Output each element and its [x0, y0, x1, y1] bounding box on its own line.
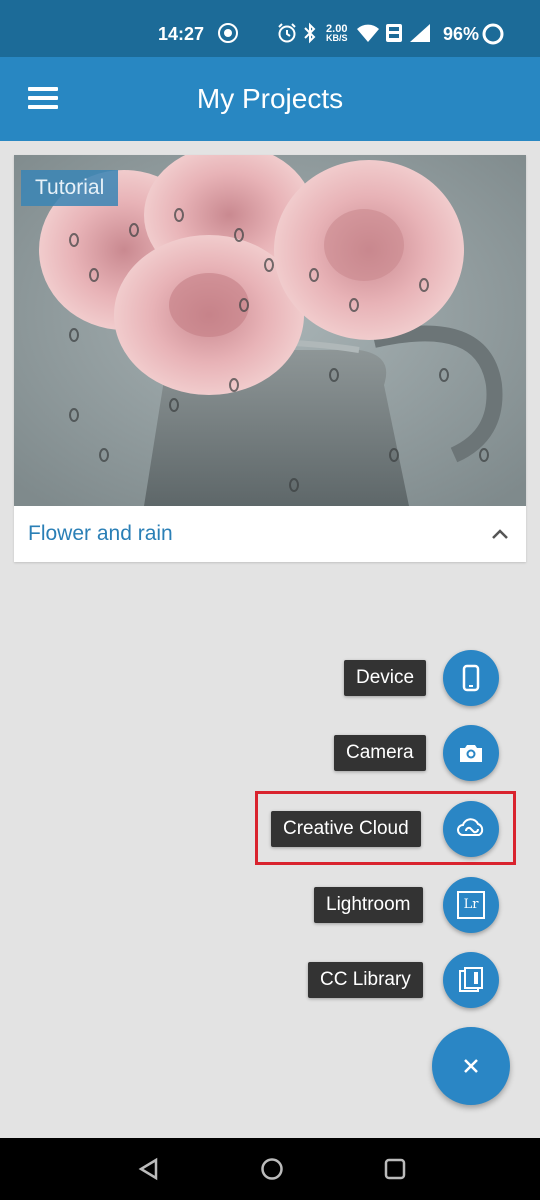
lightroom-button[interactable]: Lr [443, 877, 499, 933]
chrome-icon [217, 22, 239, 49]
creative-cloud-button[interactable] [443, 801, 499, 857]
battery-icon [481, 22, 505, 51]
fab-item-device[interactable]: Device [0, 649, 540, 707]
device-button[interactable] [443, 650, 499, 706]
lightroom-label[interactable]: Lightroom [314, 887, 423, 923]
phone-icon [462, 664, 480, 692]
fab-item-creative-cloud[interactable]: Creative Cloud [0, 800, 540, 858]
creative-cloud-icon [457, 818, 484, 836]
home-icon[interactable] [259, 1156, 285, 1182]
lightroom-icon: Lr [457, 891, 485, 919]
system-nav-bar [0, 1138, 540, 1200]
signal-icon [408, 22, 432, 49]
battery-level: 96% [443, 24, 480, 44]
alarm-icon [276, 22, 298, 49]
fab-item-camera[interactable]: Camera [0, 724, 540, 782]
project-thumbnail[interactable]: Tutorial [14, 155, 526, 506]
cc-library-label[interactable]: CC Library [308, 962, 423, 998]
project-title[interactable]: Flower and rain [28, 522, 173, 546]
app-bar: My Projects [0, 57, 540, 141]
page-title: My Projects [196, 83, 344, 114]
creative-cloud-label[interactable]: Creative Cloud [271, 811, 421, 847]
status-time: 14:27 [158, 24, 205, 44]
close-icon [464, 1059, 478, 1073]
cc-library-button[interactable] [443, 952, 499, 1008]
card-footer: Flower and rain [14, 506, 526, 562]
close-fab-button[interactable] [432, 1027, 510, 1105]
back-icon[interactable] [136, 1156, 162, 1182]
tutorial-badge: Tutorial [21, 170, 119, 206]
fab-item-lightroom[interactable]: Lightroom Lr [0, 876, 540, 934]
bluetooth-icon [303, 22, 317, 49]
network-speed: 2.00 KB/S [326, 24, 348, 43]
recents-icon[interactable] [382, 1156, 408, 1182]
speed-unit: KB/S [326, 33, 348, 43]
status-bar: 14:27 2.00 KB/S 96% [0, 0, 540, 57]
chevron-up-icon[interactable] [488, 522, 512, 546]
camera-label[interactable]: Camera [334, 735, 426, 771]
volte-icon [385, 22, 403, 49]
device-label[interactable]: Device [344, 660, 427, 696]
camera-icon [460, 745, 482, 762]
fab-item-cc-library[interactable]: CC Library [0, 951, 540, 1009]
library-icon [459, 967, 483, 992]
project-card[interactable]: Tutorial Flower and rain [14, 155, 526, 562]
camera-button[interactable] [443, 725, 499, 781]
wifi-icon [356, 22, 380, 49]
